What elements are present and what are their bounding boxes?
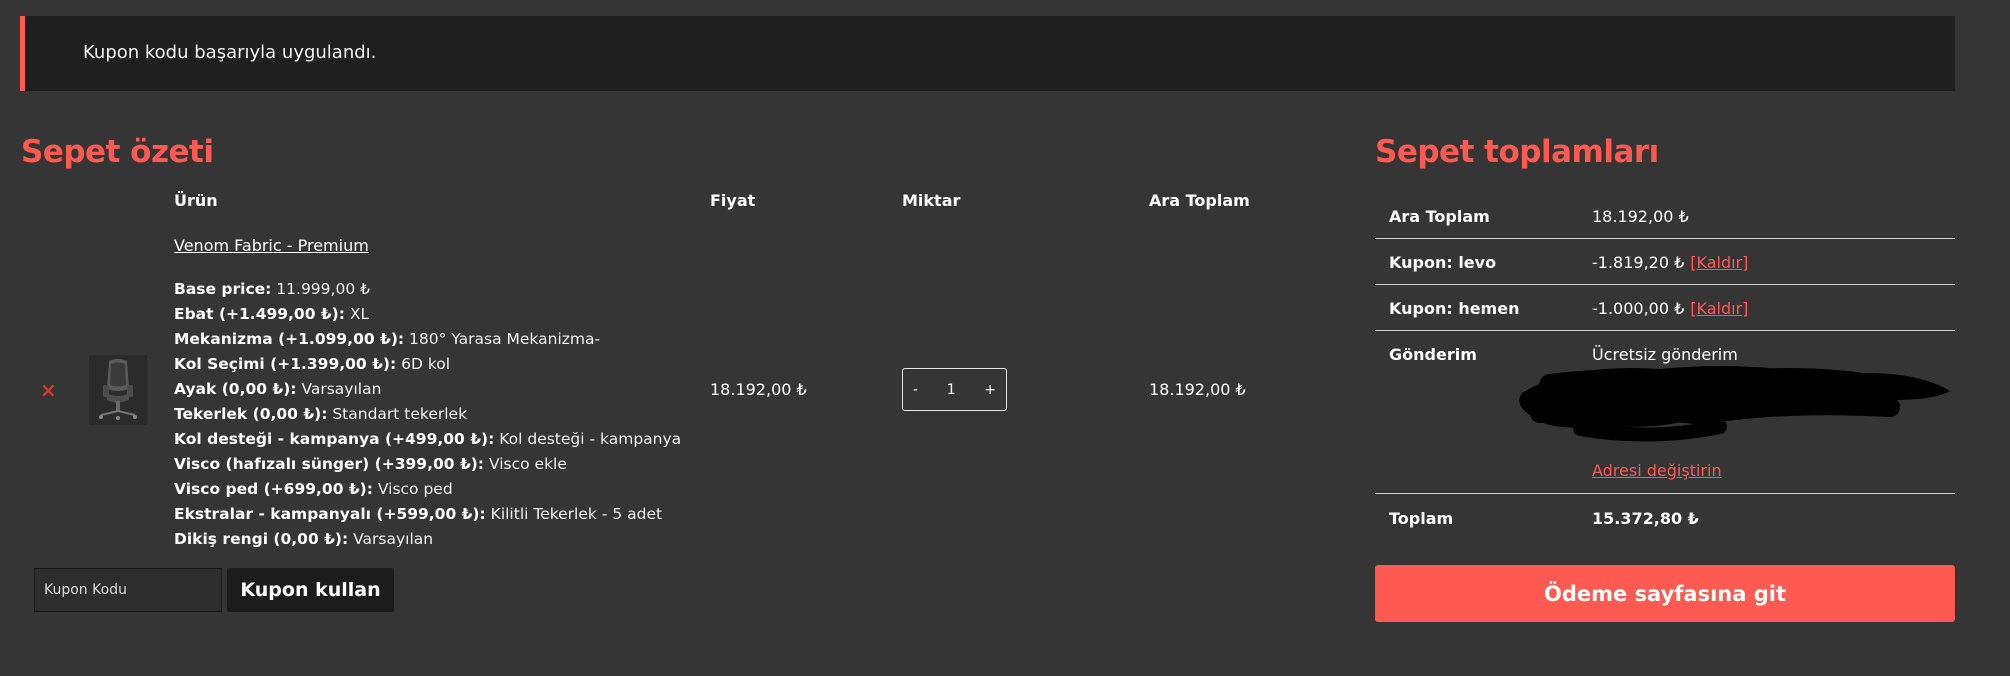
option-ayak: Ayak (0,00 ₺): Varsayılan — [174, 380, 382, 398]
cart-summary-title: Sepet özeti — [21, 134, 214, 170]
option-kol-destegi: Kol desteği - kampanya (+499,00 ₺): Kol … — [174, 430, 682, 448]
header-product: Ürün — [174, 191, 218, 210]
option-dikis-rengi: Dikiş rengi (0,00 ₺): Varsayılan — [174, 530, 434, 548]
coupon-success-notice: Kupon kodu başarıyla uygulandı. — [20, 16, 1955, 91]
option-mekanizma: Mekanizma (+1.099,00 ₺): 180° Yarasa Mek… — [174, 330, 601, 348]
totals-row-subtotal: Ara Toplam 18.192,00 ₺ — [1375, 191, 1955, 239]
shipping-label: Gönderim — [1389, 345, 1477, 364]
quantity-increase-button[interactable]: + — [984, 382, 996, 398]
option-visco-ped: Visco ped (+699,00 ₺): Visco ped — [174, 480, 453, 498]
product-thumbnail[interactable] — [89, 355, 147, 425]
product-options-list: Base price: 11.999,00 ₺ Ebat (+1.499,00 … — [174, 277, 681, 552]
option-tekerlek: Tekerlek (0,00 ₺): Standart tekerlek — [174, 405, 468, 423]
header-subtotal: Ara Toplam — [1149, 191, 1250, 210]
option-base-price: Base price: 11.999,00 ₺ — [174, 280, 370, 298]
coupon-levo-label: Kupon: levo — [1389, 253, 1497, 272]
coupon-hemen-value: -1.000,00 ₺ [Kaldır] — [1592, 299, 1749, 318]
coupon-code-input[interactable] — [34, 568, 222, 612]
coupon-hemen-label: Kupon: hemen — [1389, 299, 1520, 318]
option-visco: Visco (hafızalı sünger) (+399,00 ₺): Vis… — [174, 455, 567, 473]
quantity-stepper[interactable]: - 1 + — [902, 368, 1007, 411]
cart-totals-title: Sepet toplamları — [1375, 134, 1659, 170]
total-label: Toplam — [1389, 509, 1454, 528]
totals-row-coupon-levo: Kupon: levo -1.819,20 ₺ [Kaldır] — [1375, 238, 1955, 285]
totals-row-coupon-hemen: Kupon: hemen -1.000,00 ₺ [Kaldır] — [1375, 284, 1955, 331]
chair-icon — [89, 355, 147, 425]
option-ebat: Ebat (+1.499,00 ₺): XL — [174, 305, 370, 323]
subtotal-label: Ara Toplam — [1389, 207, 1490, 226]
quantity-value[interactable]: 1 — [947, 382, 956, 398]
option-ekstralar: Ekstralar - kampanyalı (+599,00 ₺): Kili… — [174, 505, 663, 523]
remove-coupon-levo-link[interactable]: [Kaldır] — [1690, 253, 1748, 272]
totals-row-total: Toplam 15.372,80 ₺ — [1375, 493, 1955, 541]
coupon-levo-value: -1.819,20 ₺ [Kaldır] — [1592, 253, 1749, 272]
option-kol-secimi: Kol Seçimi (+1.399,00 ₺): 6D kol — [174, 355, 451, 373]
proceed-to-checkout-button[interactable]: Ödeme sayfasına git — [1375, 565, 1955, 622]
redacted-address-scribble — [1519, 366, 1950, 442]
quantity-decrease-button[interactable]: - — [913, 382, 918, 398]
product-name-link[interactable]: Venom Fabric - Premium — [174, 236, 369, 255]
change-address-link[interactable]: Adresi değiştirin — [1592, 461, 1722, 480]
total-value: 15.372,80 ₺ — [1592, 509, 1699, 528]
notice-text: Kupon kodu başarıyla uygulandı. — [83, 42, 377, 63]
subtotal-value: 18.192,00 ₺ — [1592, 207, 1689, 226]
item-price: 18.192,00 ₺ — [710, 380, 807, 399]
apply-coupon-button[interactable]: Kupon kullan — [227, 568, 394, 612]
header-price: Fiyat — [710, 191, 756, 210]
remove-coupon-hemen-link[interactable]: [Kaldır] — [1690, 299, 1748, 318]
item-subtotal: 18.192,00 ₺ — [1149, 380, 1246, 399]
header-quantity: Miktar — [902, 191, 961, 210]
remove-item-icon[interactable]: × — [40, 380, 57, 400]
